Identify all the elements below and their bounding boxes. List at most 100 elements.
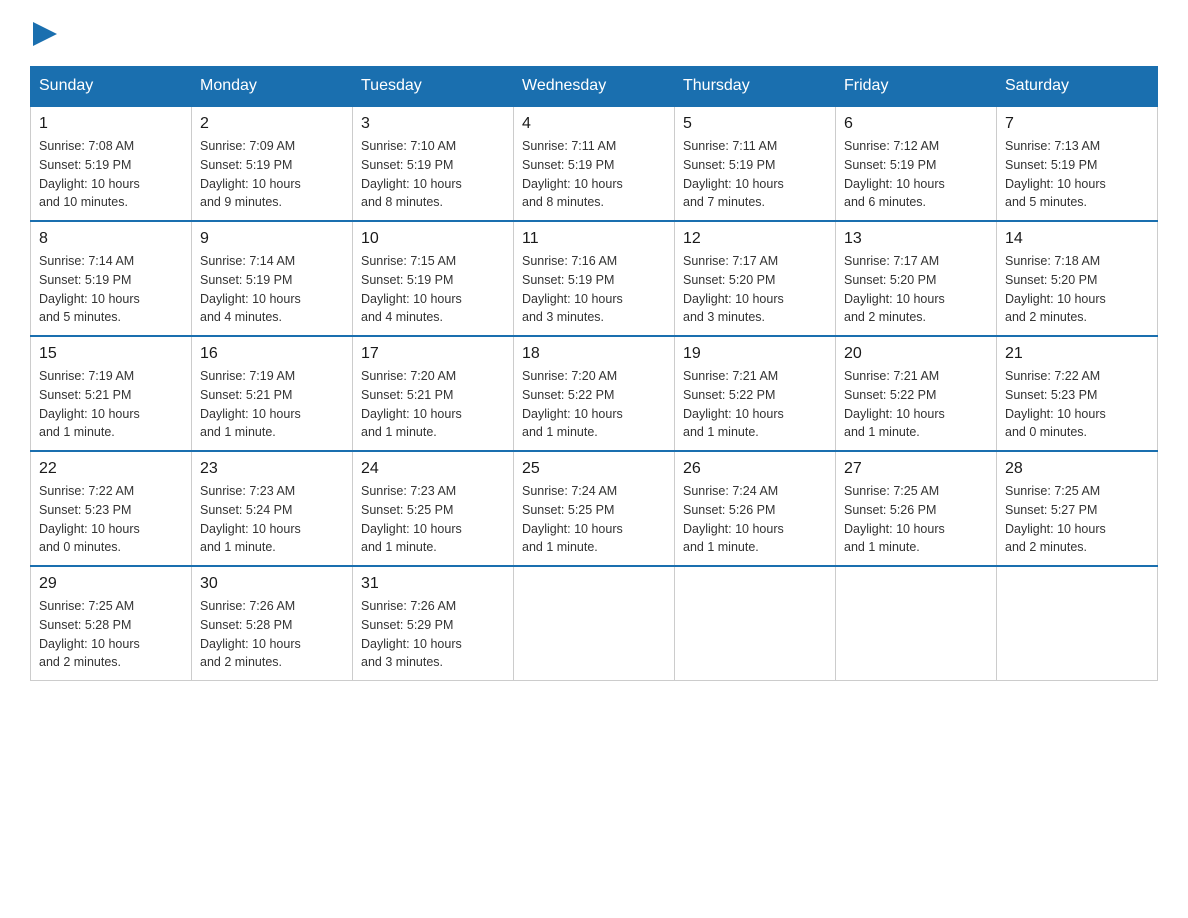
- day-number: 28: [1005, 460, 1149, 478]
- day-number: 30: [200, 575, 344, 593]
- calendar-day-cell: [836, 566, 997, 681]
- day-info: Sunrise: 7:26 AMSunset: 5:28 PMDaylight:…: [200, 597, 344, 672]
- day-info: Sunrise: 7:09 AMSunset: 5:19 PMDaylight:…: [200, 137, 344, 212]
- day-info: Sunrise: 7:11 AMSunset: 5:19 PMDaylight:…: [522, 137, 666, 212]
- day-info: Sunrise: 7:08 AMSunset: 5:19 PMDaylight:…: [39, 137, 183, 212]
- calendar-day-cell: 10 Sunrise: 7:15 AMSunset: 5:19 PMDaylig…: [353, 221, 514, 336]
- day-info: Sunrise: 7:22 AMSunset: 5:23 PMDaylight:…: [1005, 367, 1149, 442]
- weekday-header-sunday: Sunday: [31, 67, 192, 107]
- weekday-header-tuesday: Tuesday: [353, 67, 514, 107]
- day-number: 26: [683, 460, 827, 478]
- day-number: 7: [1005, 115, 1149, 133]
- logo: [30, 20, 57, 46]
- day-info: Sunrise: 7:12 AMSunset: 5:19 PMDaylight:…: [844, 137, 988, 212]
- day-number: 13: [844, 230, 988, 248]
- day-number: 1: [39, 115, 183, 133]
- day-number: 17: [361, 345, 505, 363]
- day-number: 31: [361, 575, 505, 593]
- day-info: Sunrise: 7:11 AMSunset: 5:19 PMDaylight:…: [683, 137, 827, 212]
- weekday-header-wednesday: Wednesday: [514, 67, 675, 107]
- day-number: 4: [522, 115, 666, 133]
- day-number: 27: [844, 460, 988, 478]
- day-info: Sunrise: 7:22 AMSunset: 5:23 PMDaylight:…: [39, 482, 183, 557]
- calendar-day-cell: 26 Sunrise: 7:24 AMSunset: 5:26 PMDaylig…: [675, 451, 836, 566]
- calendar-week-row: 22 Sunrise: 7:22 AMSunset: 5:23 PMDaylig…: [31, 451, 1158, 566]
- calendar-day-cell: 23 Sunrise: 7:23 AMSunset: 5:24 PMDaylig…: [192, 451, 353, 566]
- calendar-day-cell: 18 Sunrise: 7:20 AMSunset: 5:22 PMDaylig…: [514, 336, 675, 451]
- day-number: 3: [361, 115, 505, 133]
- day-number: 18: [522, 345, 666, 363]
- calendar-week-row: 1 Sunrise: 7:08 AMSunset: 5:19 PMDayligh…: [31, 106, 1158, 221]
- day-info: Sunrise: 7:19 AMSunset: 5:21 PMDaylight:…: [39, 367, 183, 442]
- day-number: 6: [844, 115, 988, 133]
- calendar-day-cell: 5 Sunrise: 7:11 AMSunset: 5:19 PMDayligh…: [675, 106, 836, 221]
- calendar-day-cell: 1 Sunrise: 7:08 AMSunset: 5:19 PMDayligh…: [31, 106, 192, 221]
- calendar-day-cell: 19 Sunrise: 7:21 AMSunset: 5:22 PMDaylig…: [675, 336, 836, 451]
- day-info: Sunrise: 7:25 AMSunset: 5:28 PMDaylight:…: [39, 597, 183, 672]
- calendar-day-cell: 29 Sunrise: 7:25 AMSunset: 5:28 PMDaylig…: [31, 566, 192, 681]
- calendar-day-cell: 17 Sunrise: 7:20 AMSunset: 5:21 PMDaylig…: [353, 336, 514, 451]
- day-info: Sunrise: 7:24 AMSunset: 5:25 PMDaylight:…: [522, 482, 666, 557]
- calendar-day-cell: 2 Sunrise: 7:09 AMSunset: 5:19 PMDayligh…: [192, 106, 353, 221]
- calendar-day-cell: [997, 566, 1158, 681]
- day-number: 12: [683, 230, 827, 248]
- day-info: Sunrise: 7:25 AMSunset: 5:27 PMDaylight:…: [1005, 482, 1149, 557]
- calendar-day-cell: [675, 566, 836, 681]
- weekday-header-monday: Monday: [192, 67, 353, 107]
- day-number: 25: [522, 460, 666, 478]
- calendar-day-cell: 25 Sunrise: 7:24 AMSunset: 5:25 PMDaylig…: [514, 451, 675, 566]
- day-info: Sunrise: 7:13 AMSunset: 5:19 PMDaylight:…: [1005, 137, 1149, 212]
- weekday-header-row: SundayMondayTuesdayWednesdayThursdayFrid…: [31, 67, 1158, 107]
- calendar-day-cell: 20 Sunrise: 7:21 AMSunset: 5:22 PMDaylig…: [836, 336, 997, 451]
- day-info: Sunrise: 7:20 AMSunset: 5:21 PMDaylight:…: [361, 367, 505, 442]
- day-info: Sunrise: 7:23 AMSunset: 5:25 PMDaylight:…: [361, 482, 505, 557]
- calendar-day-cell: 27 Sunrise: 7:25 AMSunset: 5:26 PMDaylig…: [836, 451, 997, 566]
- day-info: Sunrise: 7:24 AMSunset: 5:26 PMDaylight:…: [683, 482, 827, 557]
- logo-icon: [33, 22, 57, 46]
- calendar-week-row: 15 Sunrise: 7:19 AMSunset: 5:21 PMDaylig…: [31, 336, 1158, 451]
- calendar-day-cell: 4 Sunrise: 7:11 AMSunset: 5:19 PMDayligh…: [514, 106, 675, 221]
- calendar-day-cell: 12 Sunrise: 7:17 AMSunset: 5:20 PMDaylig…: [675, 221, 836, 336]
- day-number: 21: [1005, 345, 1149, 363]
- calendar-day-cell: 9 Sunrise: 7:14 AMSunset: 5:19 PMDayligh…: [192, 221, 353, 336]
- calendar-week-row: 29 Sunrise: 7:25 AMSunset: 5:28 PMDaylig…: [31, 566, 1158, 681]
- day-info: Sunrise: 7:14 AMSunset: 5:19 PMDaylight:…: [200, 252, 344, 327]
- calendar-day-cell: 11 Sunrise: 7:16 AMSunset: 5:19 PMDaylig…: [514, 221, 675, 336]
- day-info: Sunrise: 7:17 AMSunset: 5:20 PMDaylight:…: [844, 252, 988, 327]
- day-info: Sunrise: 7:20 AMSunset: 5:22 PMDaylight:…: [522, 367, 666, 442]
- day-info: Sunrise: 7:14 AMSunset: 5:19 PMDaylight:…: [39, 252, 183, 327]
- day-number: 2: [200, 115, 344, 133]
- weekday-header-saturday: Saturday: [997, 67, 1158, 107]
- day-number: 19: [683, 345, 827, 363]
- calendar-day-cell: 13 Sunrise: 7:17 AMSunset: 5:20 PMDaylig…: [836, 221, 997, 336]
- calendar-day-cell: 15 Sunrise: 7:19 AMSunset: 5:21 PMDaylig…: [31, 336, 192, 451]
- day-info: Sunrise: 7:10 AMSunset: 5:19 PMDaylight:…: [361, 137, 505, 212]
- day-info: Sunrise: 7:21 AMSunset: 5:22 PMDaylight:…: [844, 367, 988, 442]
- day-number: 10: [361, 230, 505, 248]
- day-number: 9: [200, 230, 344, 248]
- day-info: Sunrise: 7:21 AMSunset: 5:22 PMDaylight:…: [683, 367, 827, 442]
- day-number: 11: [522, 230, 666, 248]
- day-info: Sunrise: 7:23 AMSunset: 5:24 PMDaylight:…: [200, 482, 344, 557]
- day-info: Sunrise: 7:19 AMSunset: 5:21 PMDaylight:…: [200, 367, 344, 442]
- calendar-day-cell: 8 Sunrise: 7:14 AMSunset: 5:19 PMDayligh…: [31, 221, 192, 336]
- day-number: 5: [683, 115, 827, 133]
- weekday-header-friday: Friday: [836, 67, 997, 107]
- weekday-header-thursday: Thursday: [675, 67, 836, 107]
- day-number: 20: [844, 345, 988, 363]
- page-header: [30, 20, 1158, 46]
- calendar-week-row: 8 Sunrise: 7:14 AMSunset: 5:19 PMDayligh…: [31, 221, 1158, 336]
- calendar-day-cell: 7 Sunrise: 7:13 AMSunset: 5:19 PMDayligh…: [997, 106, 1158, 221]
- day-number: 14: [1005, 230, 1149, 248]
- day-info: Sunrise: 7:25 AMSunset: 5:26 PMDaylight:…: [844, 482, 988, 557]
- day-info: Sunrise: 7:26 AMSunset: 5:29 PMDaylight:…: [361, 597, 505, 672]
- calendar-day-cell: 6 Sunrise: 7:12 AMSunset: 5:19 PMDayligh…: [836, 106, 997, 221]
- day-number: 15: [39, 345, 183, 363]
- day-number: 24: [361, 460, 505, 478]
- calendar-day-cell: 28 Sunrise: 7:25 AMSunset: 5:27 PMDaylig…: [997, 451, 1158, 566]
- calendar-day-cell: 3 Sunrise: 7:10 AMSunset: 5:19 PMDayligh…: [353, 106, 514, 221]
- day-number: 22: [39, 460, 183, 478]
- calendar-day-cell: 14 Sunrise: 7:18 AMSunset: 5:20 PMDaylig…: [997, 221, 1158, 336]
- calendar-day-cell: 24 Sunrise: 7:23 AMSunset: 5:25 PMDaylig…: [353, 451, 514, 566]
- day-info: Sunrise: 7:17 AMSunset: 5:20 PMDaylight:…: [683, 252, 827, 327]
